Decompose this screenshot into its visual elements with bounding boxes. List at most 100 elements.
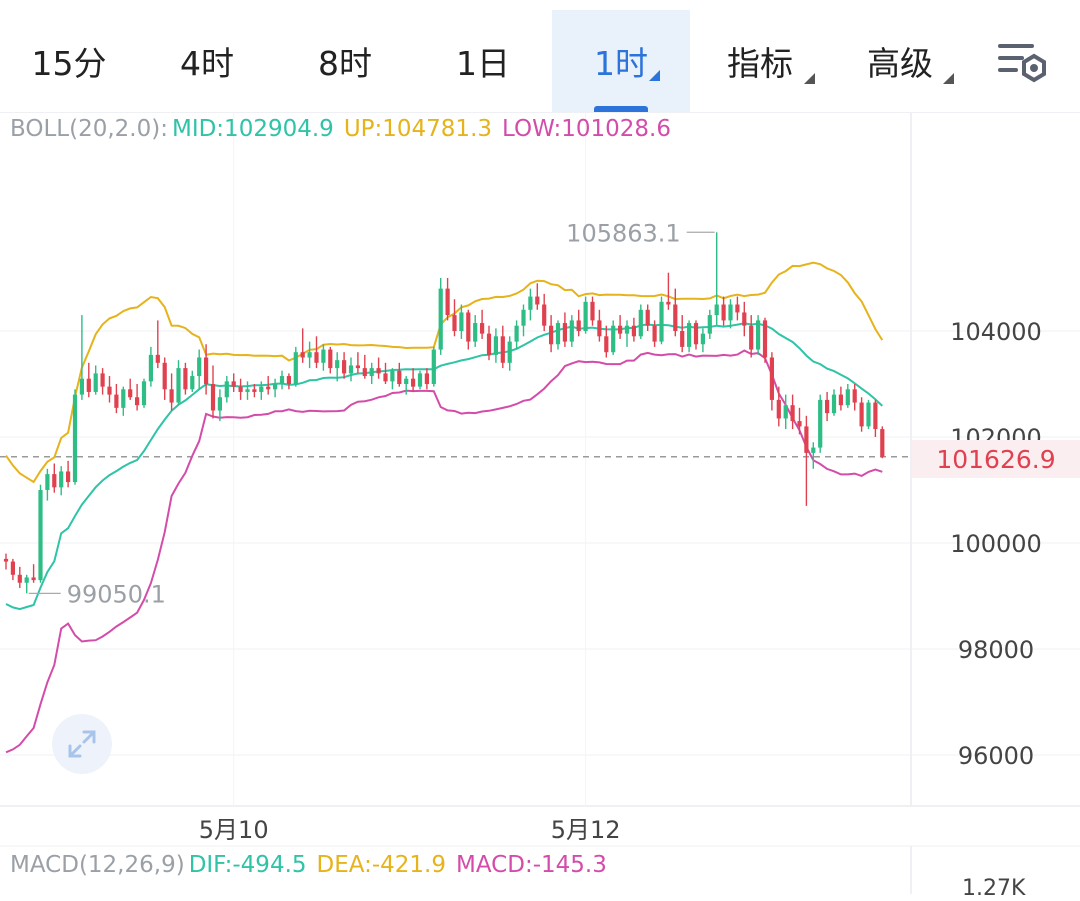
- candle-body: [24, 577, 29, 583]
- candle-body: [555, 323, 561, 345]
- candle-body: [797, 421, 802, 427]
- tab-1h[interactable]: 1时: [552, 10, 690, 112]
- tab-advanced[interactable]: 高级: [830, 10, 970, 112]
- fullscreen-button[interactable]: [52, 714, 112, 774]
- candle-body: [3, 558, 9, 562]
- candle-body: [604, 336, 609, 353]
- candle-body: [542, 304, 547, 326]
- candle-body: [300, 352, 305, 358]
- macd-label: MACD(12,26,9): [10, 852, 185, 878]
- candle-body: [452, 315, 457, 331]
- y-tick-label: 98000: [958, 636, 1034, 664]
- candle-body: [638, 309, 643, 337]
- candle-body: [383, 373, 388, 382]
- candle-body: [866, 402, 871, 427]
- candle-body: [535, 296, 540, 305]
- candle-body: [369, 368, 374, 377]
- candle-body: [514, 325, 519, 342]
- boll-label: BOLL(20,2.0):: [10, 116, 168, 142]
- candle-body: [148, 354, 153, 382]
- x-tick-label: 5月12: [551, 816, 621, 844]
- candle-body: [141, 381, 147, 406]
- candle-body: [583, 301, 588, 331]
- macd-dea-value: DEA:-421.9: [316, 852, 446, 878]
- candle-body: [266, 386, 271, 390]
- candle-body: [93, 373, 98, 392]
- candle-body: [521, 309, 526, 326]
- extreme-markers: 105863.1 99050.1: [28, 219, 715, 608]
- macd-axis-label: 1.27K: [962, 876, 1026, 901]
- candle-body: [459, 312, 464, 331]
- candle-body: [238, 386, 243, 392]
- candle-body: [783, 405, 788, 419]
- tab-15min[interactable]: 15分: [0, 10, 138, 112]
- candle-body: [31, 577, 36, 581]
- candle-body: [293, 352, 298, 384]
- price-axis: 10400010200010000098000960005月10 5月12: [199, 318, 1042, 844]
- candle-body: [279, 376, 285, 384]
- low-marker-label: 99050.1: [67, 580, 166, 608]
- candle-body: [811, 447, 816, 453]
- candle-body: [190, 376, 195, 390]
- tab-1d[interactable]: 1日: [414, 10, 552, 112]
- candle-body: [390, 370, 395, 382]
- candle-body: [17, 574, 22, 583]
- candle-body: [417, 373, 423, 387]
- candles: [3, 232, 885, 594]
- candle-body: [804, 426, 809, 453]
- tab-4h[interactable]: 4时: [138, 10, 276, 112]
- candle-body: [445, 288, 450, 316]
- candle-body: [500, 336, 505, 363]
- candle-body: [818, 399, 823, 448]
- candle-body: [121, 389, 126, 408]
- expand-icon: [68, 730, 96, 758]
- tab-8h[interactable]: 8时: [276, 10, 414, 112]
- boll-mid-line: [5, 322, 883, 611]
- candle-body: [569, 320, 574, 342]
- candle-body: [749, 325, 754, 350]
- chart-settings-button[interactable]: [996, 40, 1048, 84]
- candlestick-chart[interactable]: 10400010200010000098000960005月10 5月12 105…: [0, 113, 1080, 894]
- candle-body: [859, 402, 864, 427]
- tab-label: 1时: [594, 44, 648, 83]
- tab-label: 15分: [31, 44, 107, 83]
- y-tick-label: 96000: [958, 742, 1034, 770]
- candle-body: [618, 325, 623, 334]
- candle-body: [10, 561, 15, 575]
- boll-up-value: UP:104781.3: [343, 116, 493, 142]
- candle-body: [528, 296, 533, 310]
- candle-body: [252, 389, 257, 392]
- candle-body: [769, 357, 774, 400]
- candle-body: [480, 323, 485, 334]
- candle-body: [204, 357, 209, 384]
- candle-body: [79, 378, 84, 395]
- candle-body: [355, 365, 360, 369]
- candle-body: [210, 384, 216, 411]
- candle-body: [576, 320, 581, 331]
- candle-body: [86, 378, 91, 392]
- candle-body: [59, 471, 64, 488]
- candle-body: [197, 357, 202, 377]
- candle-body: [776, 399, 781, 419]
- boll-low-value: LOW:101028.6: [502, 116, 672, 142]
- candle-body: [852, 389, 857, 403]
- candle-body: [611, 325, 616, 353]
- boll-lower-line: [5, 349, 883, 754]
- candle-body: [838, 394, 843, 406]
- candle-body: [473, 323, 478, 342]
- boll-mid-value: MID:102904.9: [171, 116, 334, 142]
- candle-body: [100, 373, 105, 387]
- candle-body: [693, 323, 699, 345]
- y-tick-label: 104000: [950, 318, 1042, 346]
- tab-indicators[interactable]: 指标: [690, 10, 830, 112]
- candle-body: [831, 394, 837, 414]
- current-price-tag: 101626.9: [912, 440, 1080, 478]
- candle-body: [217, 397, 222, 411]
- candle-body: [38, 490, 43, 581]
- candle-body: [624, 325, 630, 334]
- tab-label: 高级: [867, 44, 933, 83]
- candle-body: [342, 360, 347, 374]
- candle-body: [224, 381, 229, 398]
- candle-body: [411, 378, 416, 387]
- candle-body: [562, 323, 567, 342]
